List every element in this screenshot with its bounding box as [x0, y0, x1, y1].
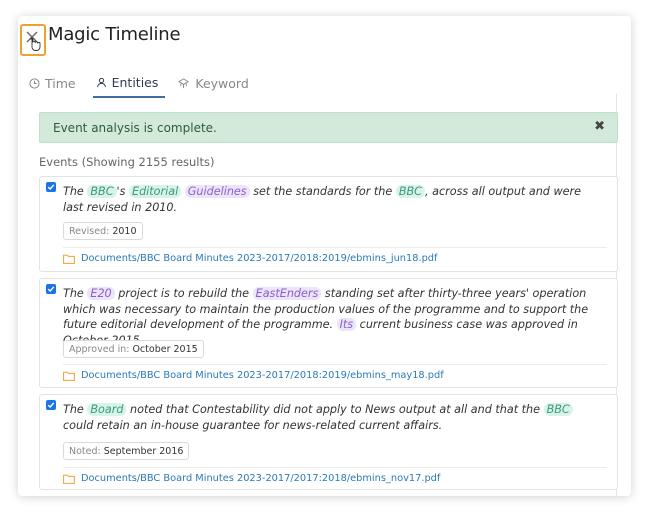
- event-date-chip: Revised: 2010: [63, 222, 143, 240]
- success-alert: Event analysis is complete. ✖: [39, 112, 618, 143]
- entity-tag[interactable]: EastEnders: [252, 287, 322, 300]
- sentence-text: could retain an in-house guarantee for n…: [63, 418, 443, 432]
- folder-icon: [63, 474, 75, 484]
- entity-tag[interactable]: Editorial: [129, 185, 182, 198]
- event-card: The BBC's Editorial Guidelines set the s…: [39, 176, 618, 272]
- keyword-icon: [178, 77, 190, 88]
- close-icon: [26, 31, 41, 51]
- event-card: The Board noted that Contestability did …: [39, 394, 618, 490]
- date-value: October 2015: [132, 343, 198, 355]
- entity-tag[interactable]: BBC: [395, 185, 425, 198]
- entity-tag[interactable]: Its: [336, 318, 357, 331]
- clock-icon: [29, 77, 40, 89]
- date-value: September 2016: [103, 445, 184, 457]
- events-count-header: Events (Showing 2155 results): [39, 155, 215, 169]
- tab-time[interactable]: Time: [26, 74, 83, 98]
- entity-tag[interactable]: E20: [87, 287, 115, 300]
- sentence-text: set the standards for the: [249, 185, 396, 198]
- event-card: The E20 project is to rebuild the EastEn…: [39, 278, 618, 388]
- document-link[interactable]: Documents/BBC Board Minutes 2023-2017/20…: [63, 473, 440, 484]
- tab-bar: Time Entities Keyword: [26, 74, 266, 98]
- sentence-text: The: [63, 403, 88, 416]
- date-label: Approved in:: [69, 343, 130, 355]
- document-link[interactable]: Documents/BBC Board Minutes 2023-2017/20…: [63, 253, 437, 264]
- document-path: Documents/BBC Board Minutes 2023-2017/20…: [81, 370, 444, 381]
- sentence-text: The: [63, 185, 88, 198]
- sentence-text: noted that Contestability did not apply …: [126, 403, 544, 416]
- event-sentence: The Board noted that Contestability did …: [63, 402, 603, 433]
- tab-keyword-label: Keyword: [195, 75, 249, 91]
- checkmark-icon: [47, 184, 55, 191]
- card-divider: [63, 364, 607, 365]
- document-link[interactable]: Documents/BBC Board Minutes 2023-2017/20…: [63, 370, 444, 381]
- checkmark-icon: [47, 286, 55, 293]
- entity-tag[interactable]: BBC: [87, 185, 117, 198]
- entity-tag[interactable]: BBC: [543, 403, 573, 416]
- event-checkbox[interactable]: [46, 182, 56, 192]
- close-button[interactable]: [20, 24, 46, 56]
- document-path: Documents/BBC Board Minutes 2023-2017/20…: [81, 473, 441, 484]
- tab-keyword[interactable]: Keyword: [175, 74, 255, 98]
- folder-icon: [63, 254, 75, 264]
- tab-entities-label: Entities: [111, 74, 159, 90]
- document-path: Documents/BBC Board Minutes 2023-2017/20…: [81, 253, 438, 264]
- alert-message: Event analysis is complete.: [53, 120, 217, 135]
- date-label: Revised:: [69, 225, 110, 237]
- event-date-chip: Noted: September 2016: [63, 442, 190, 460]
- user-icon: [96, 77, 106, 87]
- date-label: Noted:: [69, 445, 101, 457]
- sentence-text: The: [63, 287, 88, 300]
- date-value: 2010: [112, 225, 137, 237]
- sentence-text: 's: [116, 185, 130, 198]
- tab-entities[interactable]: Entities: [92, 74, 166, 98]
- folder-icon: [63, 371, 75, 381]
- magic-timeline-panel: Magic Timeline Time Entities Keyword Eve…: [18, 16, 631, 496]
- event-checkbox[interactable]: [46, 284, 56, 294]
- card-divider: [63, 467, 607, 468]
- alert-close-icon[interactable]: ✖: [594, 119, 605, 134]
- entity-tag[interactable]: Board: [87, 403, 127, 416]
- event-sentence: The BBC's Editorial Guidelines set the s…: [63, 184, 603, 215]
- event-sentence: The E20 project is to rebuild the EastEn…: [63, 286, 603, 348]
- event-date-chip: Approved in: October 2015: [63, 340, 204, 358]
- tab-time-label: Time: [45, 75, 76, 91]
- page-title: Magic Timeline: [48, 24, 181, 45]
- entity-tag[interactable]: Guidelines: [184, 185, 250, 198]
- checkmark-icon: [47, 402, 55, 409]
- card-divider: [63, 247, 607, 248]
- event-checkbox[interactable]: [46, 400, 56, 410]
- sentence-text: project is to rebuild the: [114, 287, 253, 300]
